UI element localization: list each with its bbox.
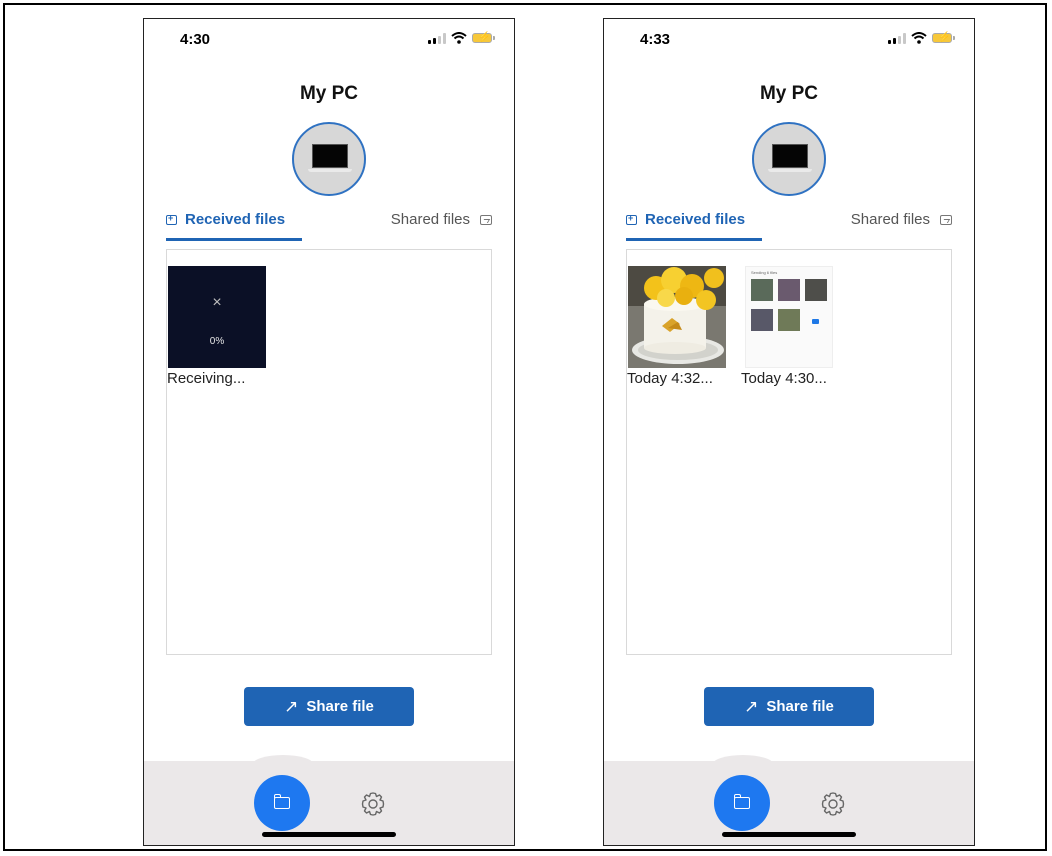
nav-bump [712,755,774,775]
download-tray-icon [626,213,637,225]
status-icons: ⚡ [428,32,495,44]
photo-timestamp-label: Today 4:32... [627,370,713,387]
device-title: My PC [759,83,819,104]
laptop-icon [772,144,808,168]
gear-icon[interactable] [818,789,848,819]
transfer-progress-text: 0% [209,336,225,347]
tab-shared-files[interactable]: Shared files [391,211,492,228]
download-tray-icon [166,213,177,225]
device-avatar[interactable] [752,122,826,196]
active-tab-indicator [626,238,762,241]
received-files-panel: × 0% Receiving... [166,249,492,655]
incoming-file-card[interactable]: × 0% [168,266,266,368]
preview-tile [751,279,773,301]
preview-tile [805,279,827,301]
signal-icon [888,32,906,44]
file-status-label: Receiving... [167,370,246,387]
status-icons: ⚡ [888,32,955,44]
folder-icon [733,794,750,809]
wifi-icon [451,32,467,44]
phone-screen-received: 4:33 ⚡ My PC Received files Shared files [603,18,975,846]
tab-received-label: Received files [185,211,286,228]
cake-photo-image [628,266,726,368]
phone-screen-receiving: 4:30 ⚡ My PC Received files Shared files… [143,18,515,846]
share-file-button[interactable]: ↗ Share file [704,687,874,726]
tab-received-files[interactable]: Received files [166,211,285,228]
preview-header: Sending 6 files [751,270,778,275]
preview-tile [778,279,800,301]
signal-icon [428,32,446,44]
battery-charging-icon: ⚡ [932,32,955,43]
photo-thumbnail[interactable] [628,266,726,368]
nav-files-button[interactable] [254,775,310,831]
share-file-button[interactable]: ↗ Share file [244,687,414,726]
shared-folder-icon [480,214,492,225]
screenshot-timestamp-label: Today 4:30... [741,370,827,387]
cancel-transfer-icon[interactable]: × [168,294,266,312]
share-file-label: Share file [306,698,374,715]
share-file-label: Share file [766,698,834,715]
status-time: 4:30 [180,31,211,48]
folder-icon [812,319,819,324]
home-indicator[interactable] [262,832,396,837]
tab-shared-files[interactable]: Shared files [851,211,952,228]
share-arrow-icon: ↗ [284,696,299,716]
wifi-icon [911,32,927,44]
tab-received-files[interactable]: Received files [626,211,745,228]
status-time: 4:33 [640,31,671,48]
shared-folder-icon [940,214,952,225]
share-arrow-icon: ↗ [744,696,759,716]
gear-icon[interactable] [358,789,388,819]
preview-tile [778,309,800,331]
laptop-icon [312,144,348,168]
tab-received-label: Received files [645,211,746,228]
tab-shared-label: Shared files [390,211,470,228]
folder-icon [273,794,290,809]
active-tab-indicator [166,238,302,241]
home-indicator[interactable] [722,832,856,837]
tab-shared-label: Shared files [850,211,930,228]
device-avatar[interactable] [292,122,366,196]
battery-charging-icon: ⚡ [472,32,495,43]
screenshot-thumbnail[interactable]: Sending 6 files [745,266,833,368]
nav-files-button[interactable] [714,775,770,831]
received-files-panel: Today 4:32... Sending 6 files Today 4:30… [626,249,952,655]
nav-bump [252,755,314,775]
preview-tile [751,309,773,331]
device-title: My PC [299,83,359,104]
